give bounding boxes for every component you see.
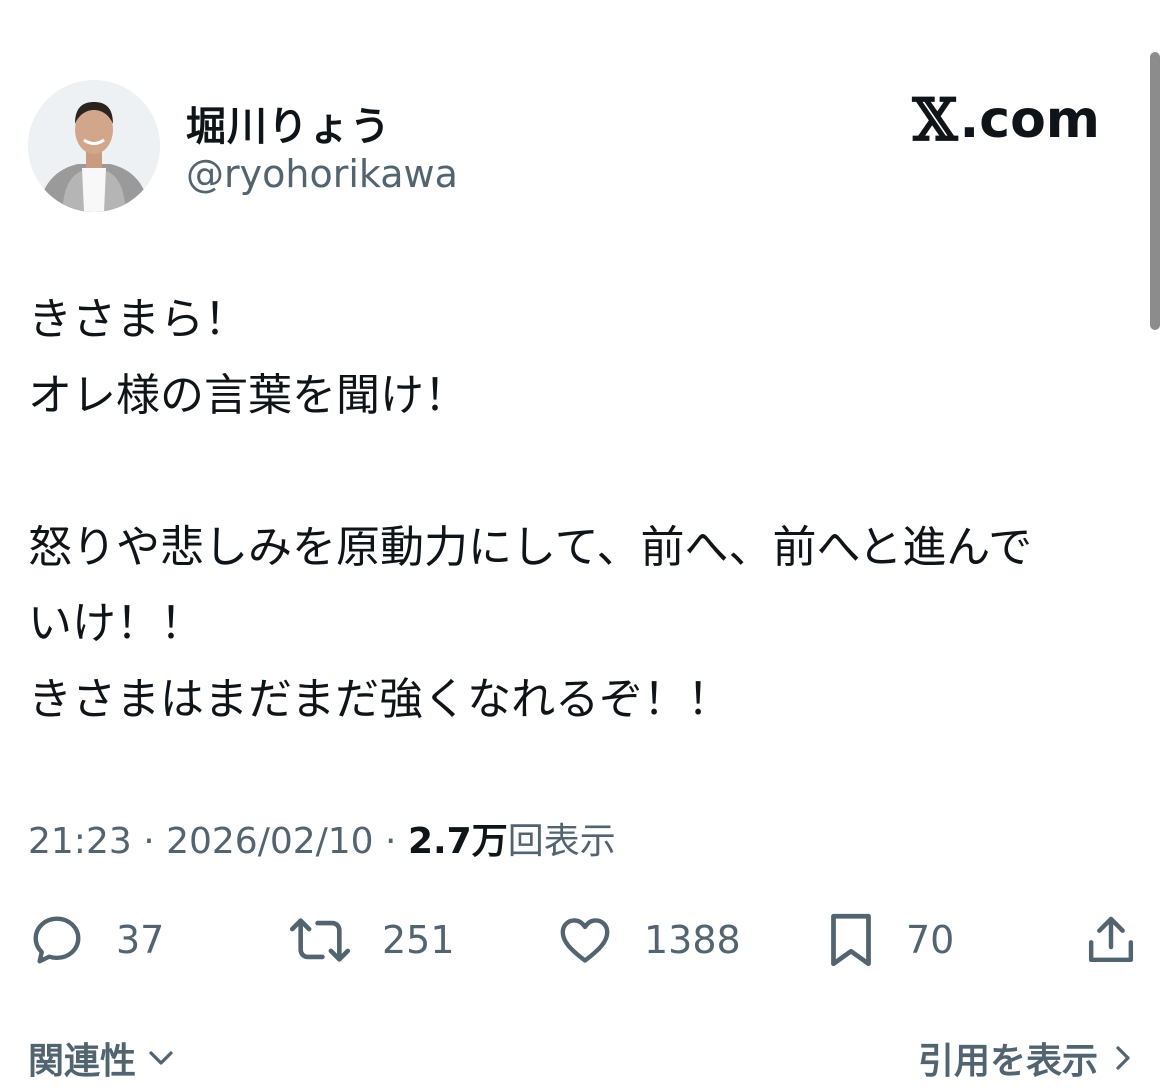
avatar-photo (28, 80, 160, 212)
views-label: 回表示 (507, 821, 616, 862)
tweet-line: 怒りや悲しみを原動力にして、前へ、前へと進んで (28, 522, 1033, 573)
retweet-count: 251 (382, 918, 455, 962)
meta-separator: · (131, 821, 167, 862)
meta-separator: · (373, 821, 408, 862)
avatar[interactable] (28, 80, 160, 212)
tweet-line: きさまはまだまだ強くなれるぞ！！ (28, 674, 732, 725)
like-count: 1388 (644, 918, 741, 962)
bookmark-icon (831, 913, 871, 967)
view-quotes-label: 引用を表示 (917, 1041, 1098, 1082)
action-bar: 37 251 1388 70 (28, 905, 1143, 975)
tweet-screenshot: 堀川りょう @ryohorikawa 𝕏 .com きさまら！ オレ様の言葉を聞… (0, 0, 1170, 1090)
bookmark-button[interactable]: 70 (826, 905, 954, 975)
share-icon (1088, 916, 1134, 963)
reply-count: 37 (116, 918, 165, 962)
like-button[interactable]: 1388 (556, 905, 741, 975)
x-icon: 𝕏 (912, 86, 958, 154)
views-count[interactable]: 2.7万 (408, 821, 508, 862)
brand-domain: .com (959, 90, 1101, 150)
author-display-name[interactable]: 堀川りょう (186, 94, 391, 152)
tweet-line: オレ様の言葉を聞け！ (28, 370, 468, 421)
sort-relevance-label: 関連性 (28, 1041, 137, 1082)
tweet-text: きさまら！ オレ様の言葉を聞け！ 怒りや悲しみを原動力にして、前へ、前へと進んで… (28, 282, 1138, 738)
tweet-line: きさまら！ (28, 294, 248, 345)
sort-relevance-dropdown[interactable]: 関連性 (28, 1032, 176, 1084)
tweet-date[interactable]: 2026/02/10 (166, 821, 374, 862)
retweet-button[interactable]: 251 (288, 905, 455, 975)
share-button[interactable] (1083, 905, 1139, 975)
view-quotes-link[interactable]: 引用を表示 (918, 1032, 1138, 1084)
tweet-metadata: 21:23 · 2026/02/10 · 2.7万回表示 (28, 812, 616, 864)
tweet-time[interactable]: 21:23 (28, 821, 132, 862)
retweet-icon (289, 918, 351, 962)
tweet-line: いけ！！ (28, 598, 204, 649)
chevron-down-icon (149, 1051, 173, 1065)
scrollbar[interactable] (1150, 52, 1160, 330)
tweet-header: 堀川りょう @ryohorikawa 𝕏 .com (28, 80, 1118, 212)
reply-button[interactable]: 37 (28, 905, 164, 975)
reply-icon (33, 916, 81, 964)
chevron-right-icon (1116, 1046, 1130, 1070)
x-logo: 𝕏 .com (912, 90, 1100, 150)
author-handle[interactable]: @ryohorikawa (186, 152, 458, 196)
heart-icon (560, 918, 610, 963)
bookmark-count: 70 (906, 918, 955, 962)
tweet-footer: 関連性 引用を表示 (28, 1032, 1138, 1090)
